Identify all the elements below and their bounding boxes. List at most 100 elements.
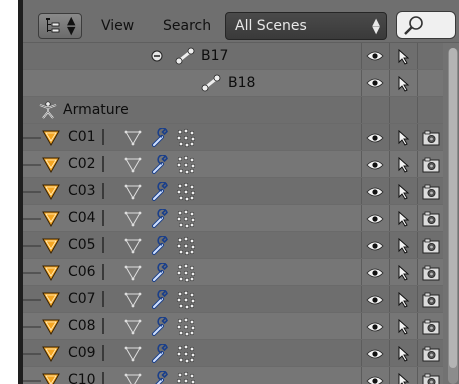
eye-icon[interactable] xyxy=(366,321,384,333)
particles-icon[interactable] xyxy=(176,209,196,229)
display-mode-value: All Scenes xyxy=(235,18,307,34)
view-menu[interactable]: View xyxy=(101,18,134,34)
vertex-groups-icon[interactable] xyxy=(124,345,142,363)
editor-type-button[interactable]: ▲ ▼ xyxy=(38,13,82,39)
particles-icon[interactable] xyxy=(176,263,196,283)
wrench-icon[interactable] xyxy=(150,182,170,202)
cursor-icon[interactable] xyxy=(397,130,411,146)
cursor-icon[interactable] xyxy=(397,184,411,200)
tree-line xyxy=(23,164,41,166)
eye-icon[interactable] xyxy=(366,348,384,360)
outliner-editor: ▲ ▼ View Search All Scenes ▲ ▼ B17 B18 A… xyxy=(18,0,459,384)
item-name: C06 xyxy=(68,264,96,280)
list-item[interactable]: B18 xyxy=(23,70,443,97)
scrollbar-thumb[interactable] xyxy=(449,48,457,368)
vertex-groups-icon[interactable] xyxy=(124,129,142,147)
eye-icon[interactable] xyxy=(366,159,384,171)
list-item[interactable]: C06 xyxy=(23,259,443,286)
cursor-icon[interactable] xyxy=(397,319,411,335)
list-item[interactable]: B17 xyxy=(23,43,443,70)
collapse-icon[interactable] xyxy=(151,50,163,62)
eye-icon[interactable] xyxy=(366,240,384,252)
search-menu[interactable]: Search xyxy=(163,18,211,34)
vertex-groups-icon[interactable] xyxy=(124,156,142,174)
camera-icon[interactable] xyxy=(422,157,440,173)
particles-icon[interactable] xyxy=(176,155,196,175)
wrench-icon[interactable] xyxy=(150,371,170,384)
wrench-icon[interactable] xyxy=(150,128,170,148)
cursor-icon[interactable] xyxy=(397,49,411,65)
wrench-icon[interactable] xyxy=(150,290,170,310)
vertex-groups-icon[interactable] xyxy=(124,291,142,309)
separator xyxy=(102,345,104,361)
tree-line xyxy=(23,380,41,382)
particles-icon[interactable] xyxy=(176,344,196,364)
cursor-icon[interactable] xyxy=(397,346,411,362)
mesh-object-list: C01 C02 C03 C04 C05 C06 C07 C08 C09 C10 xyxy=(23,124,443,384)
item-name: C10 xyxy=(68,372,96,384)
cursor-icon[interactable] xyxy=(397,238,411,254)
particles-icon[interactable] xyxy=(176,317,196,337)
camera-icon[interactable] xyxy=(422,319,440,335)
wrench-icon[interactable] xyxy=(150,344,170,364)
cursor-icon[interactable] xyxy=(397,76,411,92)
camera-icon[interactable] xyxy=(422,238,440,254)
vertex-groups-icon[interactable] xyxy=(124,372,142,384)
camera-icon[interactable] xyxy=(422,346,440,362)
list-item[interactable]: C01 xyxy=(23,124,443,151)
vertex-groups-icon[interactable] xyxy=(124,264,142,282)
mesh-triangle-icon xyxy=(42,319,60,336)
list-item[interactable]: C07 xyxy=(23,286,443,313)
camera-icon[interactable] xyxy=(422,211,440,227)
list-item[interactable]: C08 xyxy=(23,313,443,340)
camera-icon[interactable] xyxy=(422,184,440,200)
particles-icon[interactable] xyxy=(176,236,196,256)
wrench-icon[interactable] xyxy=(150,209,170,229)
cursor-icon[interactable] xyxy=(397,265,411,281)
list-item[interactable]: C02 xyxy=(23,151,443,178)
camera-icon[interactable] xyxy=(422,292,440,308)
outliner-scrollbar[interactable] xyxy=(448,48,458,384)
cursor-icon[interactable] xyxy=(397,211,411,227)
item-name: C03 xyxy=(68,183,96,199)
cursor-icon[interactable] xyxy=(397,292,411,308)
vertex-groups-icon[interactable] xyxy=(124,318,142,336)
list-item[interactable]: Armature xyxy=(23,97,443,124)
eye-icon[interactable] xyxy=(366,213,384,225)
vertex-groups-icon[interactable] xyxy=(124,210,142,228)
eye-icon[interactable] xyxy=(366,186,384,198)
eye-icon[interactable] xyxy=(366,77,384,89)
eye-icon[interactable] xyxy=(366,375,384,384)
camera-icon[interactable] xyxy=(422,373,440,384)
cursor-icon[interactable] xyxy=(397,373,411,384)
item-name: C02 xyxy=(68,156,96,172)
list-item[interactable]: C03 xyxy=(23,178,443,205)
mesh-triangle-icon xyxy=(42,157,60,174)
eye-icon[interactable] xyxy=(366,132,384,144)
wrench-icon[interactable] xyxy=(150,317,170,337)
list-item[interactable]: C05 xyxy=(23,232,443,259)
list-item[interactable]: C04 xyxy=(23,205,443,232)
list-item[interactable]: C09 xyxy=(23,340,443,367)
mesh-triangle-icon xyxy=(42,292,60,309)
particles-icon[interactable] xyxy=(176,182,196,202)
eye-icon[interactable] xyxy=(366,267,384,279)
camera-icon[interactable] xyxy=(422,130,440,146)
particles-icon[interactable] xyxy=(176,290,196,310)
list-item[interactable]: C10 xyxy=(23,367,443,384)
search-input[interactable] xyxy=(396,11,456,39)
separator xyxy=(102,372,104,384)
cursor-icon[interactable] xyxy=(397,157,411,173)
separator xyxy=(102,237,104,253)
eye-icon[interactable] xyxy=(366,294,384,306)
particles-icon[interactable] xyxy=(176,128,196,148)
vertex-groups-icon[interactable] xyxy=(124,237,142,255)
wrench-icon[interactable] xyxy=(150,236,170,256)
vertex-groups-icon[interactable] xyxy=(124,183,142,201)
particles-icon[interactable] xyxy=(176,371,196,384)
camera-icon[interactable] xyxy=(422,265,440,281)
wrench-icon[interactable] xyxy=(150,263,170,283)
eye-icon[interactable] xyxy=(366,50,384,62)
wrench-icon[interactable] xyxy=(150,155,170,175)
display-mode-select[interactable]: All Scenes ▲ ▼ xyxy=(225,12,387,40)
